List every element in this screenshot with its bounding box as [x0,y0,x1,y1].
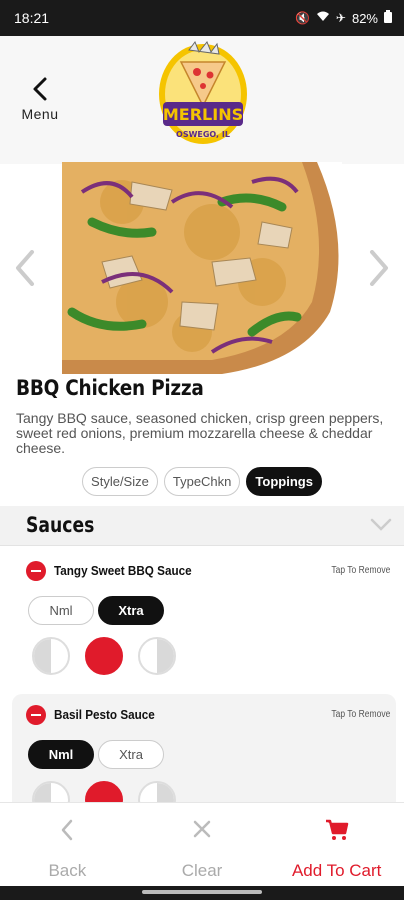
battery-level: 82% [351,10,378,26]
left-half-coverage-icon[interactable] [32,637,70,675]
clear-label: Clear [181,861,223,880]
status-time: 18:21 [14,10,50,26]
airplane-icon: ✈ [335,11,346,25]
tap-to-remove-label[interactable]: Tap To Remove [331,709,390,720]
add-to-cart-button[interactable]: Add To Cart [269,803,404,886]
amount-normal-button[interactable]: Nml [28,740,94,769]
sauce-row-header: Tangy Sweet BBQ Sauce Tap To Remove [26,560,390,582]
amount-extra-button[interactable]: Xtra [98,596,164,625]
merlins-logo: MERLINS OSWEGO, IL [159,40,247,144]
menu-label: Menu [21,106,59,122]
tab-toppings[interactable]: Toppings [246,467,322,496]
previous-image-arrow-icon[interactable] [14,250,36,286]
bottom-action-bar: Back Clear Add To Cart [0,802,404,886]
option-tabs: Style/Size TypeChkn Toppings [0,467,404,496]
svg-text:MERLINS: MERLINS [163,105,243,124]
status-icons: 🔇 ✈ 82% [295,10,392,26]
section-title: Sauces [26,513,95,537]
right-half-coverage-icon[interactable] [138,637,176,675]
svg-text:OSWEGO, IL: OSWEGO, IL [176,130,230,139]
home-handle[interactable] [142,890,262,894]
next-image-arrow-icon[interactable] [368,250,390,286]
mute-icon: 🔇 [294,11,310,25]
app-header: Menu MERLINS OSWEGO, IL [0,36,404,164]
sauce-row-header: Basil Pesto Sauce Tap To Remove [26,704,390,726]
back-label: Back [48,861,87,880]
back-button[interactable]: Back [0,803,135,886]
wifi-icon [316,11,330,25]
cart-icon [325,819,348,840]
pizza-image [62,162,342,374]
sauce-card: Tangy Sweet BBQ Sauce Tap To Remove Nml … [12,550,396,686]
back-to-menu-button[interactable]: Menu [18,76,62,122]
amount-extra-button[interactable]: Xtra [98,740,164,769]
sauces-section-header[interactable]: Sauces [0,506,404,546]
sauce-card: Basil Pesto Sauce Tap To Remove Nml Xtra [12,694,396,819]
coverage-selector [32,637,176,675]
remove-icon[interactable] [26,561,46,581]
tab-style-size[interactable]: Style/Size [82,467,158,496]
remove-icon[interactable] [26,705,46,725]
chevron-left-icon [62,819,73,841]
add-to-cart-label: Add To Cart [291,861,382,880]
chevron-left-icon [33,77,47,101]
amount-normal-button[interactable]: Nml [28,596,94,625]
tab-type-chicken[interactable]: TypeChkn [163,467,241,496]
system-nav-bar [0,886,404,900]
close-icon [193,820,211,838]
battery-icon [384,10,392,26]
chevron-down-icon[interactable] [370,518,392,532]
whole-coverage-icon[interactable] [85,637,123,675]
status-bar: 18:21 🔇 ✈ 82% [0,0,404,36]
sauce-name: Tangy Sweet BBQ Sauce [54,563,192,578]
product-description: Tangy BBQ sauce, seasoned chicken, crisp… [16,410,384,456]
clear-button[interactable]: Clear [135,803,270,886]
amount-selector: Nml Xtra [28,740,164,769]
sauce-name: Basil Pesto Sauce [54,707,155,722]
tap-to-remove-label[interactable]: Tap To Remove [331,565,390,576]
amount-selector: Nml Xtra [28,596,164,625]
product-title: BBQ Chicken Pizza [16,376,204,400]
